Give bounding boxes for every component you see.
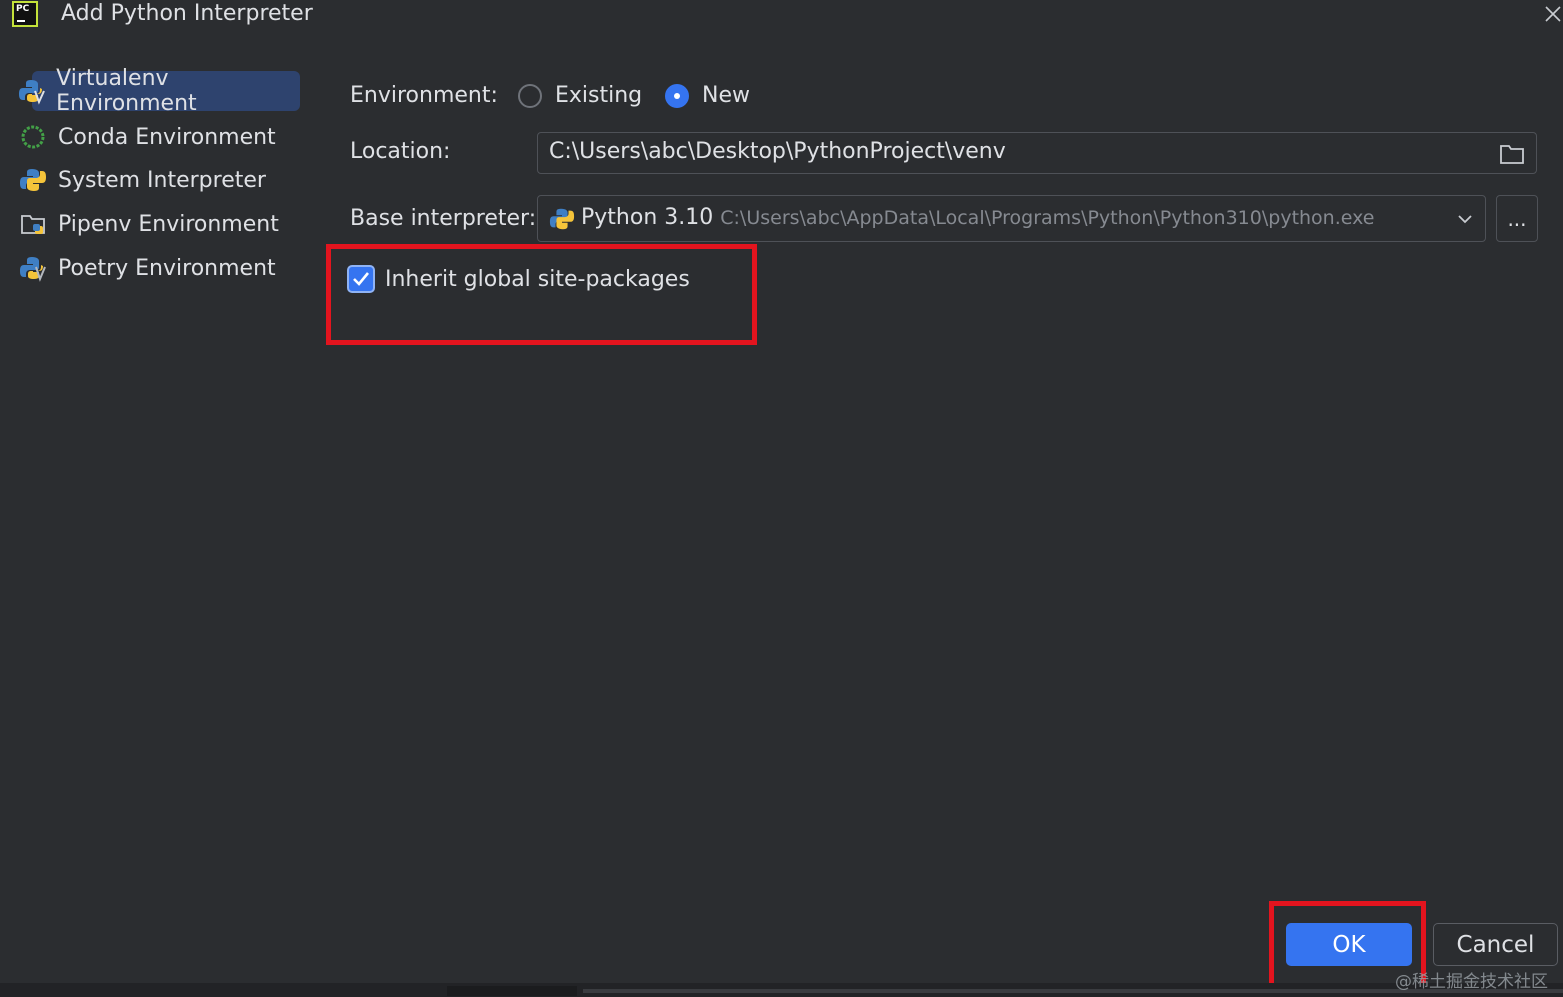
folder-icon[interactable] [1499,142,1525,166]
browse-label: ... [1507,206,1527,231]
app-icon-text: PC [16,4,30,14]
window-title: Add Python Interpreter [61,1,313,26]
sidebar-item-label: Conda Environment [58,124,276,150]
pipenv-folder-icon [18,209,48,239]
sidebar-item-conda[interactable]: Conda Environment [18,117,303,157]
inherit-checkbox[interactable] [347,265,375,293]
sidebar-item-system[interactable]: System Interpreter [18,160,303,200]
new-radio-label[interactable]: New [702,81,750,111]
pycharm-app-icon: PC [12,1,38,27]
sidebar-item-label: Virtualenv Environment [56,66,197,116]
watermark: @稀土掘金技术社区 [1395,972,1548,992]
sidebar-item-label: System Interpreter [58,167,266,193]
virtualenv-icon [18,76,46,106]
sidebar-item-virtualenv[interactable]: Virtualenv Environment [19,66,300,116]
sidebar-item-pipenv[interactable]: Pipenv Environment [18,204,303,244]
poetry-icon [18,253,48,283]
interpreter-name: Python 3.10 [581,205,714,230]
location-value: C:\Users\abc\Desktop\PythonProject\venv [549,139,1006,164]
interpreter-path: C:\Users\abc\AppData\Local\Programs\Pyth… [720,207,1375,229]
existing-radio-label[interactable]: Existing [555,81,642,111]
existing-radio[interactable] [518,84,542,108]
environment-label: Environment: [350,83,498,108]
new-radio[interactable] [665,84,689,108]
title-bar: PC Add Python Interpreter [0,0,1563,30]
inherit-checkbox-label[interactable]: Inherit global site-packages [385,265,690,295]
location-label: Location: [350,139,451,164]
python-icon [549,208,575,230]
base-interpreter-label: Base interpreter: [350,206,537,231]
sidebar-item-label: Pipenv Environment [58,211,279,237]
close-icon[interactable] [1543,4,1563,24]
browse-interpreter-button[interactable]: ... [1496,195,1538,242]
ok-button[interactable]: OK [1286,923,1412,966]
sidebar-item-poetry[interactable]: Poetry Environment [18,248,303,288]
conda-icon [18,122,48,152]
base-interpreter-select[interactable]: Python 3.10 C:\Users\abc\AppData\Local\P… [537,195,1486,242]
python-icon [18,165,48,195]
chevron-down-icon[interactable] [1456,212,1474,226]
cancel-button[interactable]: Cancel [1433,923,1558,966]
scrollbar-thumb[interactable] [447,986,577,996]
sidebar-item-label: Poetry Environment [58,255,276,281]
location-input[interactable]: C:\Users\abc\Desktop\PythonProject\venv [537,132,1537,174]
checkmark-icon [353,272,370,286]
